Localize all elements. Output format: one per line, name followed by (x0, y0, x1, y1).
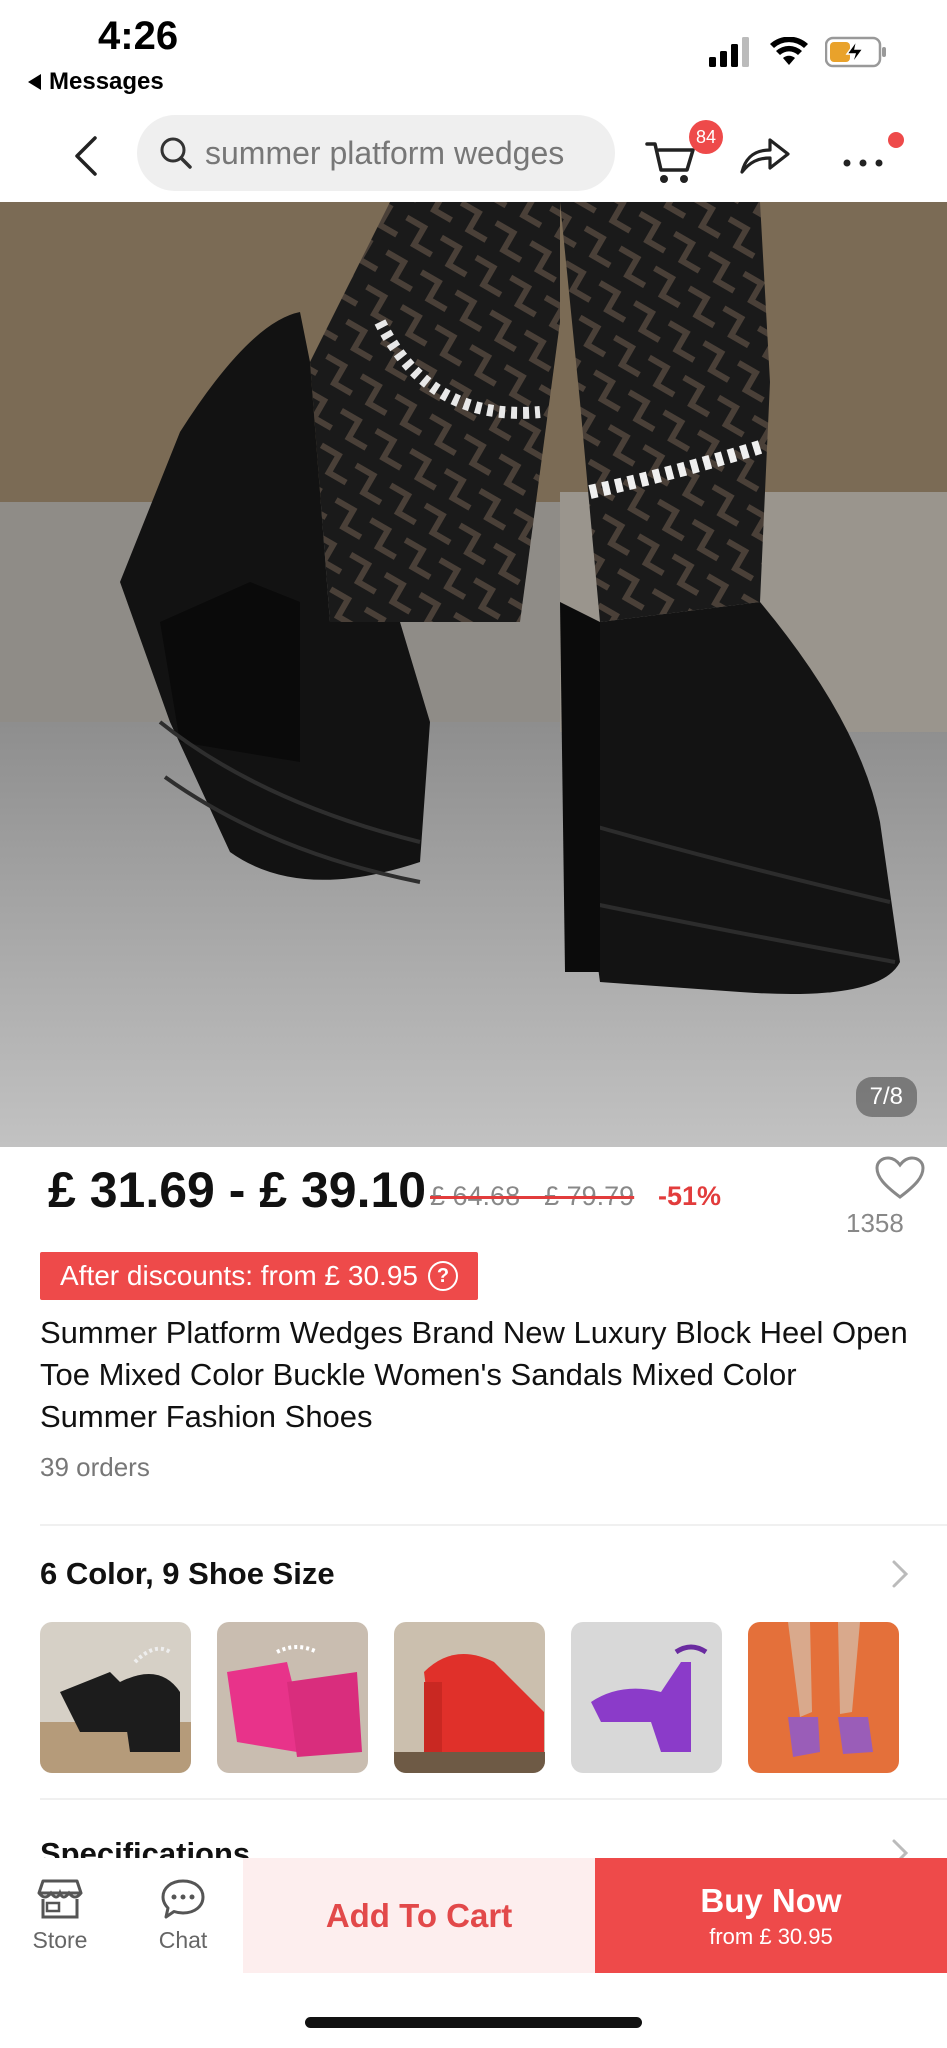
after-discount-label: After discounts: from £ 30.95 (60, 1260, 418, 1291)
more-options-button[interactable] (838, 132, 904, 178)
variants-heading[interactable]: 6 Color, 9 Shoe Size (40, 1556, 335, 1592)
variant-thumb-lilac[interactable] (748, 1622, 899, 1773)
variant-thumb-black[interactable] (40, 1622, 191, 1773)
variant-thumb-pink[interactable] (217, 1622, 368, 1773)
product-title: Summer Platform Wedges Brand New Luxury … (40, 1315, 908, 1434)
buy-now-button[interactable]: Buy Now from £ 30.95 (595, 1858, 947, 1973)
price-row: £ 31.69 - £ 39.10 £ 64.68 - £ 79.79 -51% (48, 1155, 908, 1235)
variant-thumb-purple[interactable] (571, 1622, 722, 1773)
share-icon (740, 138, 790, 174)
wishlist-count: 1358 (846, 1208, 904, 1238)
original-price: £ 64.68 - £ 79.79 (430, 1181, 635, 1211)
buy-now-label: Buy Now (700, 1881, 842, 1919)
chat-label: Chat (158, 1927, 208, 1953)
variant-red-image (394, 1654, 545, 1773)
chat-icon (161, 1879, 205, 1919)
share-button[interactable] (738, 132, 792, 178)
search-bar[interactable]: summer platform wedges (137, 115, 615, 191)
signal-icon (709, 37, 749, 67)
price-range: £ 31.69 - £ 39.10 (48, 1162, 427, 1218)
cart-button[interactable]: 84 (643, 120, 723, 188)
product-photo (0, 202, 947, 1147)
chevron-right-icon[interactable] (889, 1559, 911, 1589)
cart-count-badge: 84 (689, 120, 723, 154)
variant-purple-image (591, 1644, 708, 1752)
after-discount-tag[interactable]: After discounts: from £ 30.95 ? (40, 1252, 478, 1300)
divider (40, 1798, 947, 1800)
notification-dot (888, 132, 904, 148)
back-triangle-icon (28, 74, 41, 90)
variant-pink-image (227, 1645, 362, 1757)
store-button[interactable]: Store (5, 1858, 115, 1973)
back-to-messages-label: Messages (49, 68, 164, 95)
chat-button[interactable]: Chat (128, 1858, 238, 1973)
store-label: Store (32, 1927, 88, 1953)
wishlist-button[interactable]: 1358 (800, 1155, 947, 1239)
status-bar: 4:26 Messages (0, 0, 947, 110)
variant-lilac-image (788, 1622, 873, 1757)
orders-count: 39 orders (40, 1452, 150, 1482)
back-button[interactable] (60, 128, 110, 184)
buy-now-price: from £ 30.95 (709, 1923, 833, 1949)
status-time: 4:26 (98, 14, 179, 58)
status-icons (709, 36, 887, 68)
help-icon: ? (427, 1261, 458, 1291)
product-image-gallery[interactable]: 7/8 (0, 202, 947, 1147)
top-nav: summer platform wedges 84 (0, 110, 947, 202)
image-counter: 7/8 (855, 1077, 917, 1117)
back-arrow-icon (75, 136, 97, 176)
divider (40, 1524, 947, 1526)
back-to-messages[interactable]: Messages (28, 68, 164, 96)
heart-icon (875, 1156, 925, 1199)
variant-black-image (40, 1646, 191, 1773)
search-query: summer platform wedges (205, 134, 565, 171)
variant-thumbnails (40, 1622, 899, 1773)
variant-thumb-red[interactable] (394, 1622, 545, 1773)
search-icon (160, 137, 192, 169)
store-icon (37, 1879, 83, 1919)
home-indicator[interactable] (305, 2017, 642, 2028)
add-to-cart-button[interactable]: Add To Cart (243, 1858, 595, 1973)
bottom-action-bar: Store Chat Add To Cart Buy Now from £ 30… (0, 1858, 947, 1973)
wifi-icon (770, 37, 808, 65)
more-icon (843, 159, 883, 167)
discount-percent: -51% (658, 1181, 722, 1211)
battery-charging-icon (825, 36, 886, 68)
